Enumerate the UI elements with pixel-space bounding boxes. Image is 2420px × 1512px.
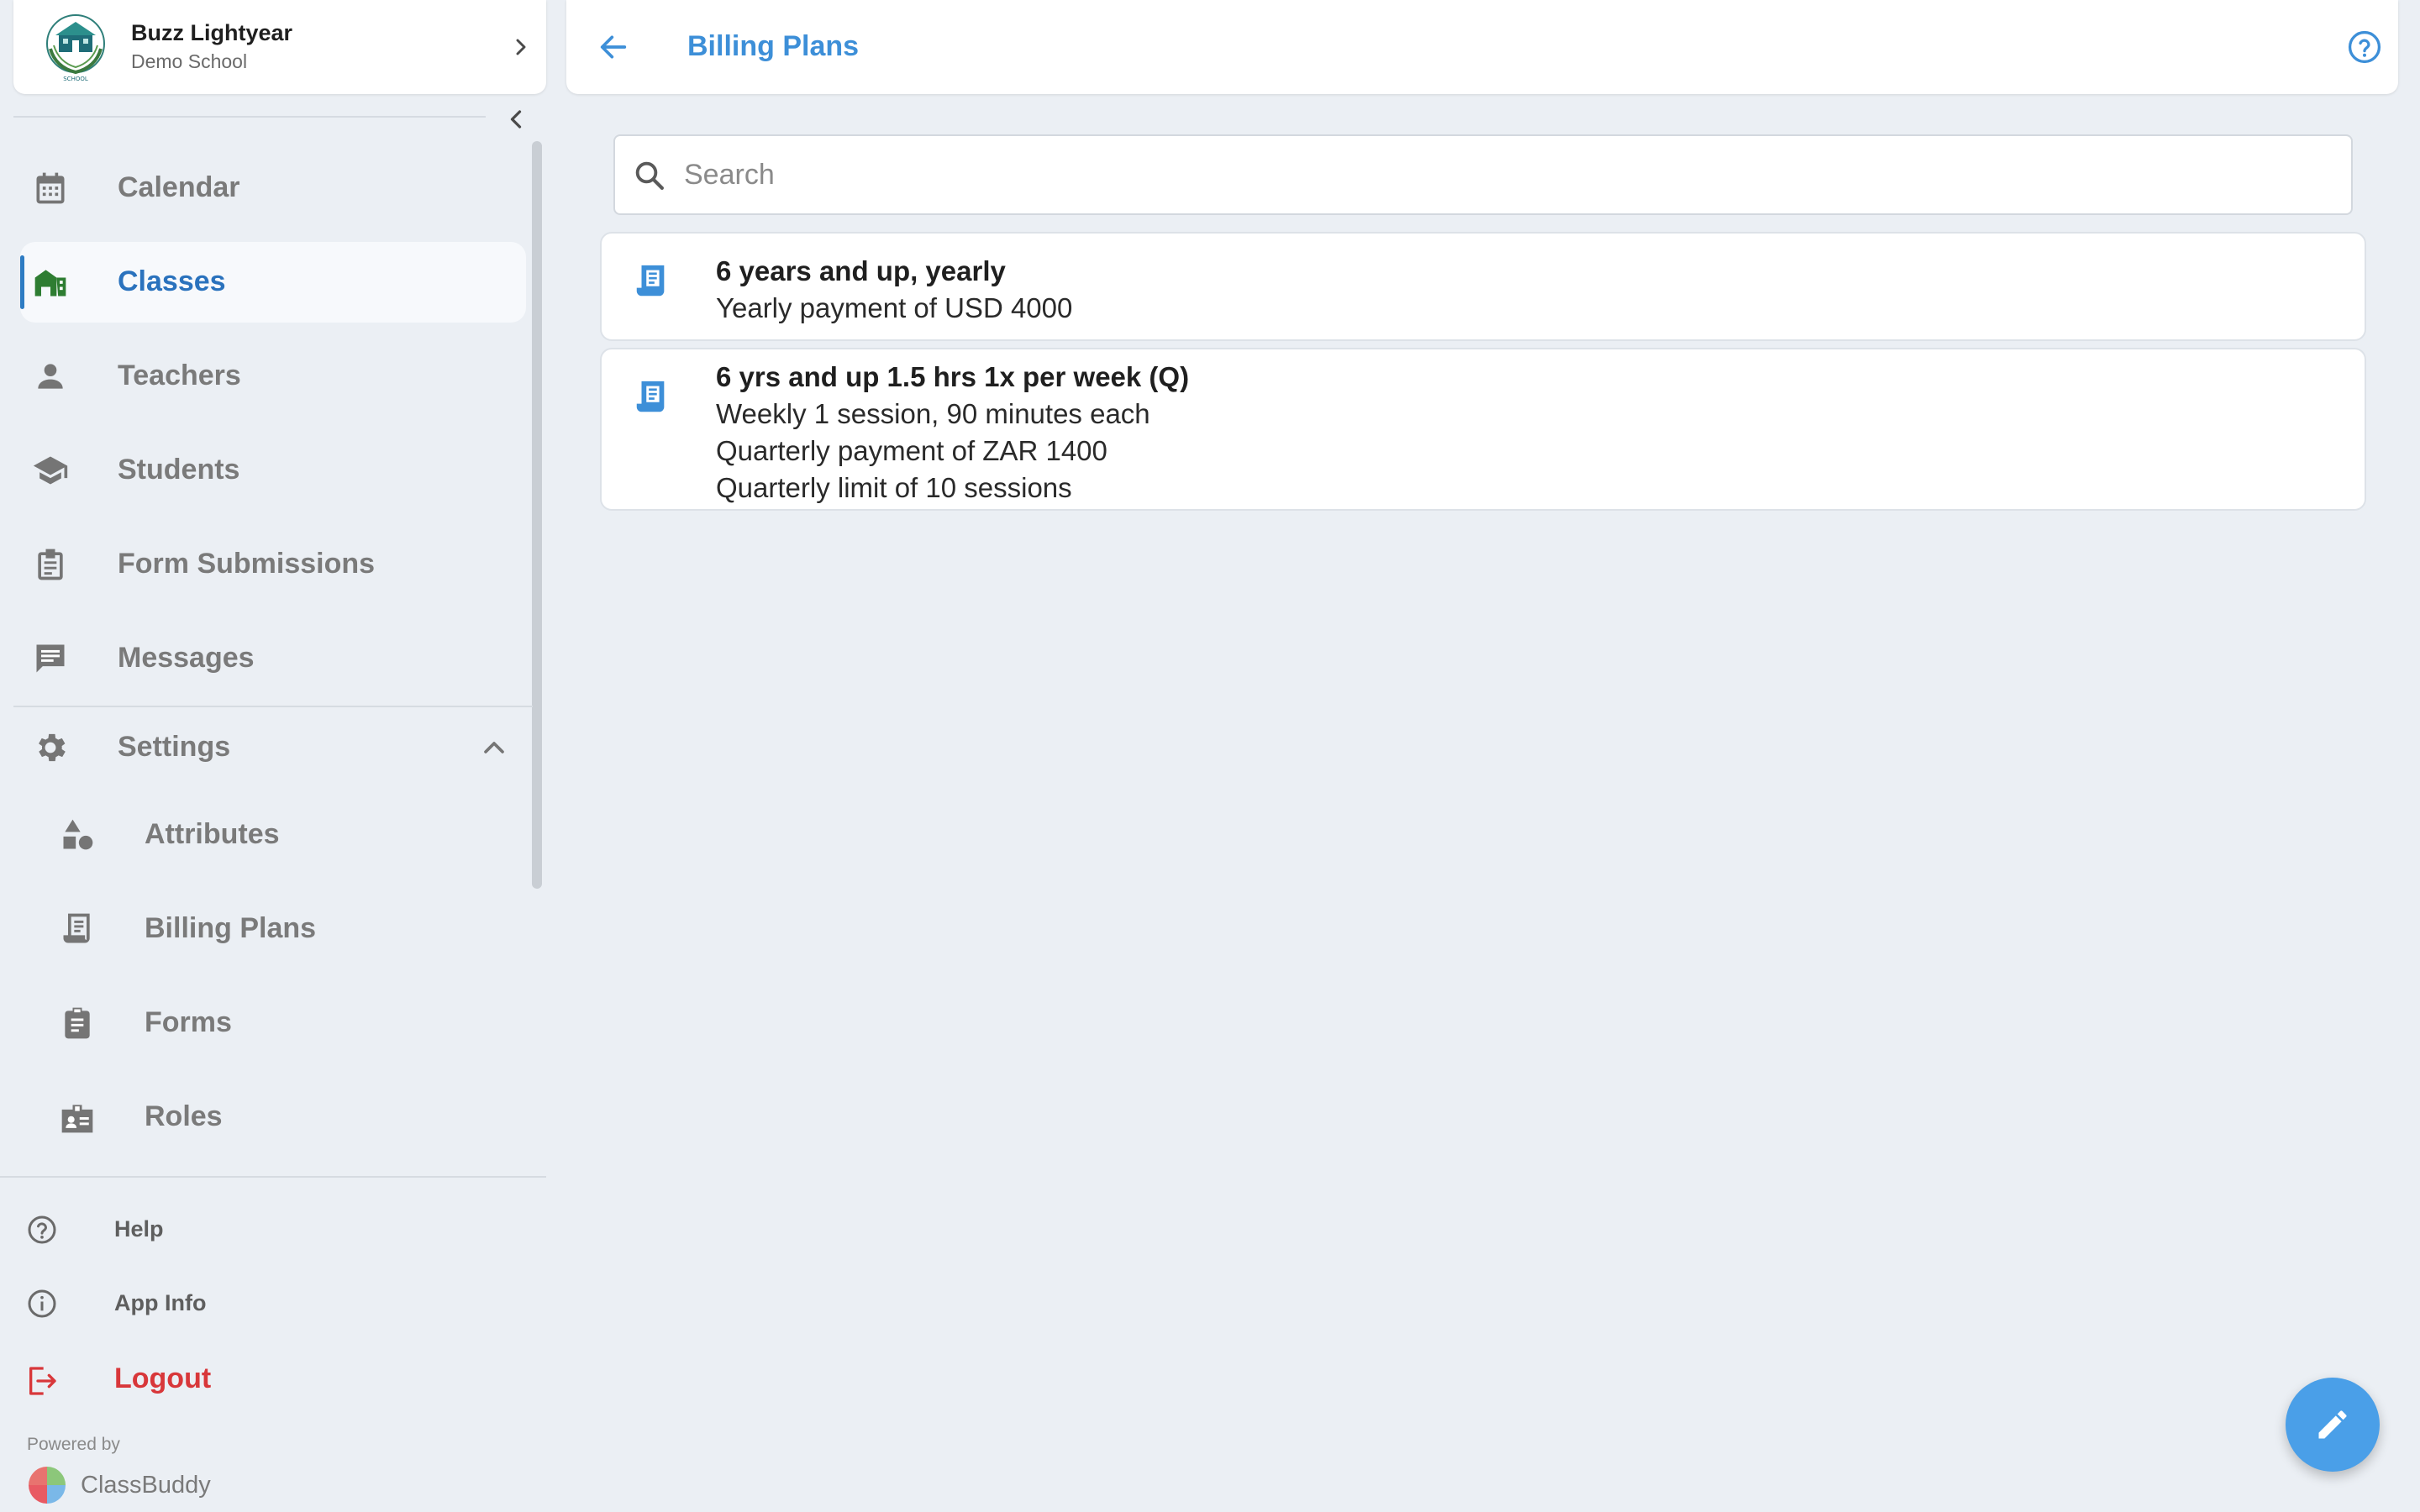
sidebar-item-label: Forms <box>145 1006 232 1038</box>
sidebar-item-label: Roles <box>145 1100 223 1132</box>
clipboard-list-icon <box>38 549 63 580</box>
school-name: Demo School <box>131 50 248 72</box>
sidebar-item-label: Calendar <box>118 171 240 203</box>
collapse-sidebar-icon[interactable] <box>501 104 531 134</box>
sidebar-item-label: Classes <box>118 265 226 297</box>
sidebar-item-attributes[interactable]: Attributes <box>20 795 526 875</box>
search-input[interactable] <box>682 151 2329 198</box>
plan-title: 6 yrs and up 1.5 hrs 1x per week (Q) <box>716 361 1190 392</box>
sidebar-item-settings[interactable]: Settings <box>20 707 526 788</box>
receipt-icon <box>63 913 90 943</box>
sidebar-item-messages[interactable]: Messages <box>20 618 526 699</box>
search-box[interactable] <box>613 134 2353 215</box>
sidebar: SCHOOL Buzz Lightyear Demo School Calend… <box>0 0 546 1512</box>
plan-title: 6 years and up, yearly <box>716 255 1006 286</box>
logout-label: Logout <box>114 1362 212 1394</box>
search-icon <box>635 161 664 190</box>
sidebar-item-calendar[interactable]: Calendar <box>20 148 526 228</box>
profile-card[interactable]: SCHOOL Buzz Lightyear Demo School <box>13 0 546 94</box>
sidebar-item-label: Messages <box>118 642 255 674</box>
logout-icon <box>29 1367 56 1395</box>
plan-detail: Quarterly payment of ZAR 1400 <box>716 435 1107 466</box>
sidebar-item-roles[interactable]: Roles <box>20 1077 526 1158</box>
plan-detail: Weekly 1 session, 90 minutes each <box>716 398 1150 429</box>
info-circle-icon <box>28 1289 56 1318</box>
logo-text: SCHOOL <box>63 76 88 82</box>
chevron-right-icon[interactable] <box>508 34 534 60</box>
sidebar-item-students[interactable]: Students <box>20 430 526 511</box>
school-building-icon <box>34 270 66 297</box>
sidebar-item-forms[interactable]: Forms <box>20 983 526 1063</box>
plan-detail: Quarterly limit of 10 sessions <box>716 472 1072 503</box>
graduation-cap-icon <box>33 456 68 485</box>
sidebar-item-help[interactable]: Help <box>25 1203 361 1253</box>
bottom-divider <box>0 1176 546 1178</box>
sidebar-item-teachers[interactable]: Teachers <box>20 336 526 417</box>
calendar-icon <box>36 172 65 204</box>
help-circle-icon <box>28 1215 56 1244</box>
sidebar-scrollbar[interactable] <box>532 141 542 889</box>
page-header: Billing Plans <box>566 0 2398 94</box>
receipt-icon <box>636 381 665 412</box>
sidebar-item-label: Billing Plans <box>145 912 317 944</box>
sidebar-item-billing-plans[interactable]: Billing Plans <box>20 889 526 969</box>
sidebar-item-label: Students <box>118 454 240 486</box>
clipboard-icon <box>65 1007 90 1039</box>
sidebar-item-classes[interactable]: Classes <box>20 242 526 323</box>
school-logo: SCHOOL <box>46 14 105 82</box>
arrow-back-icon[interactable] <box>597 30 630 64</box>
chevron-up-icon[interactable] <box>477 731 511 764</box>
sidebar-item-label: Teachers <box>118 360 241 391</box>
shapes-icon <box>63 819 93 850</box>
page-title: Billing Plans <box>687 30 860 62</box>
chat-message-icon <box>36 644 65 673</box>
person-icon <box>38 364 63 389</box>
powered-by-label: Powered by <box>27 1435 120 1454</box>
sidebar-item-label: Form Submissions <box>118 548 376 580</box>
billing-plan-card-2[interactable]: 6 yrs and up 1.5 hrs 1x per week (Q) Wee… <box>600 348 2366 511</box>
billing-plan-card-1[interactable]: 6 years and up, yearly Yearly payment of… <box>600 232 2366 341</box>
help-label: Help <box>114 1216 164 1242</box>
user-name: Buzz Lightyear <box>131 20 293 45</box>
receipt-icon <box>636 265 665 297</box>
sidebar-item-form-submissions[interactable]: Form Submissions <box>20 524 526 605</box>
gear-icon <box>39 733 66 762</box>
edit-fab-button[interactable] <box>2286 1378 2380 1472</box>
brand-name: ClassBuddy <box>81 1472 211 1499</box>
help-circle-icon[interactable] <box>2346 29 2383 66</box>
plan-detail: Yearly payment of USD 4000 <box>716 292 1073 323</box>
classbuddy-logo-icon <box>29 1467 66 1504</box>
collapse-divider <box>13 116 486 118</box>
app-info-label: App Info <box>114 1290 207 1315</box>
id-badge-icon <box>61 1105 93 1133</box>
pencil-icon <box>2318 1410 2347 1439</box>
sidebar-item-label: Settings <box>118 731 231 763</box>
sidebar-item-label: Attributes <box>145 818 280 850</box>
sidebar-item-app-info[interactable]: App Info <box>25 1277 361 1327</box>
logout-button[interactable]: Logout <box>25 1354 361 1404</box>
